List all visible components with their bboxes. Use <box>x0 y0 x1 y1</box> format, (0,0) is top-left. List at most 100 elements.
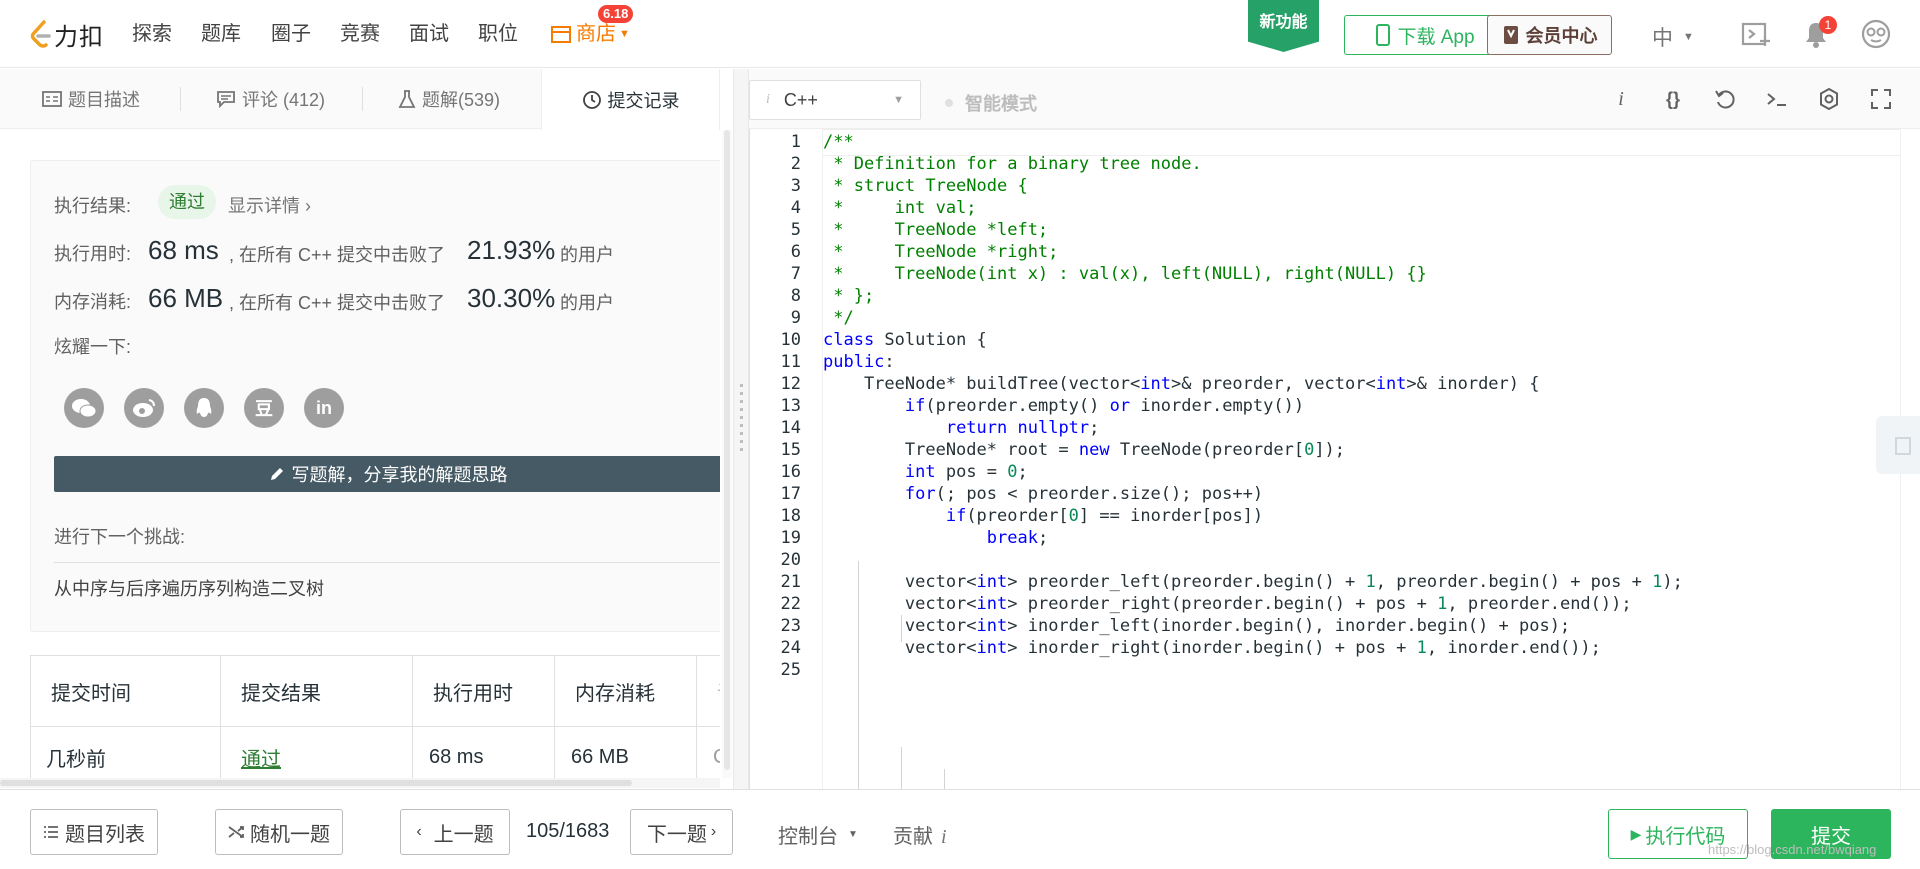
table-cell-language: C <box>697 727 720 780</box>
result-link[interactable]: 通过 <box>241 743 281 772</box>
runtime-beat-text: , 在所有 C++ 提交中击败了 <box>229 245 446 265</box>
submissions-table: 提交时间 提交结果 执行用时 内存消耗 语 几秒前 通过 68 ms 66 MB… <box>30 655 720 780</box>
tab-divider <box>180 87 181 111</box>
code-line[interactable]: 25 <box>750 657 1920 684</box>
new-feature-ribbon[interactable]: 新功能 <box>1248 0 1319 52</box>
pane-splitter[interactable] <box>733 69 749 789</box>
indent-guide <box>858 561 859 789</box>
next-problem-button[interactable]: 下一题 › <box>630 809 733 855</box>
tab-description-label: 题目描述 <box>68 90 140 110</box>
write-solution-button[interactable]: 写题解，分享我的解题思路 <box>54 456 720 492</box>
avatar[interactable] <box>1860 18 1892 50</box>
table-cell-runtime: 68 ms <box>413 727 555 780</box>
prev-problem-button[interactable]: ‹ 上一题 <box>400 809 510 855</box>
linkedin-icon[interactable]: in <box>304 388 344 428</box>
bookmark-icon <box>1503 26 1518 44</box>
indent-guide <box>944 769 945 789</box>
document-icon <box>42 91 62 107</box>
memory-label: 内存消耗: <box>54 292 132 312</box>
page-counter: 105/1683 <box>526 820 610 842</box>
nav-problems[interactable]: 题库 <box>201 22 241 46</box>
table-header: 执行用时 <box>413 656 555 726</box>
tab-comments[interactable]: 评论 (412) <box>216 69 325 129</box>
next-challenge-label: 进行下一个挑战: <box>54 527 186 547</box>
tab-divider <box>362 87 363 111</box>
runtime-percent: 21.93% <box>467 235 556 265</box>
smart-mode-label: 智能模式 <box>965 94 1037 114</box>
horizontal-scrollbar[interactable] <box>0 778 720 788</box>
member-center-button[interactable]: 会员中心 <box>1487 15 1612 55</box>
smart-mode-toggle[interactable]: 智能模式 <box>945 90 1037 116</box>
nav-circle[interactable]: 圈子 <box>271 22 311 46</box>
memory-users-suffix: 的用户 <box>560 293 614 313</box>
table-header: 提交时间 <box>31 656 221 726</box>
notification-badge: 1 <box>1819 16 1837 34</box>
show-details-link[interactable]: 显示详情 › <box>228 192 311 218</box>
tab-submissions[interactable]: 提交记录 <box>541 69 720 130</box>
list-icon <box>44 826 58 838</box>
nav-contest[interactable]: 竞赛 <box>340 22 380 46</box>
code-editor[interactable]: 1/** 2 * Definition for a binary tree nod… <box>749 129 1920 789</box>
qq-icon[interactable] <box>184 388 224 428</box>
problem-list-button[interactable]: 题目列表 <box>30 809 158 855</box>
phone-icon <box>1376 24 1391 46</box>
contribute-label: 贡献 <box>893 826 933 848</box>
scrollbar-thumb[interactable] <box>724 130 730 770</box>
bottom-bar: 题目列表 随机一题 ‹ 上一题 105/1683 下一题 › 控制台 ▼ 贡献 i… <box>0 789 1920 869</box>
chevron-down-icon: ▼ <box>893 94 904 106</box>
tab-solutions[interactable]: 题解(539) <box>398 69 500 129</box>
douban-icon[interactable]: 豆 <box>244 388 284 428</box>
table-header: 语 <box>697 656 720 726</box>
indent-guide <box>901 747 902 789</box>
nav-jobs[interactable]: 职位 <box>478 22 518 46</box>
wechat-icon[interactable] <box>64 388 104 428</box>
tab-description[interactable]: 题目描述 <box>42 69 140 129</box>
leetcode-logo[interactable]: 力扣 <box>30 18 104 51</box>
tab-comments-label: 评论 (412) <box>242 90 326 110</box>
playground-icon[interactable] <box>1740 18 1772 50</box>
editor-toolbar: i C++ ▼ 智能模式 i {} <box>749 69 1920 129</box>
toggle-dot <box>945 99 953 107</box>
vertical-scrollbar[interactable] <box>722 130 732 778</box>
fullscreen-icon[interactable] <box>1869 87 1893 111</box>
chevron-left-icon: ‹ <box>416 823 422 840</box>
nav-explore[interactable]: 探索 <box>132 22 172 46</box>
problem-tabs: 题目描述 评论 (412) 题解(539) 提交记录 <box>0 69 720 130</box>
download-app-button[interactable]: 下载 App <box>1344 15 1506 55</box>
settings-icon[interactable] <box>1817 87 1841 111</box>
shuffle-icon <box>228 826 244 838</box>
console-toggle[interactable]: 控制台 ▼ <box>778 820 858 849</box>
braces-icon[interactable]: {} <box>1661 87 1685 111</box>
scrollbar-thumb[interactable] <box>0 780 632 786</box>
nav-store[interactable]: 商店 ▼ <box>550 22 630 46</box>
chevron-down-icon: ▼ <box>619 28 630 40</box>
show-details-label: 显示详情 <box>228 196 300 216</box>
random-problem-button[interactable]: 随机一题 <box>215 809 343 855</box>
drag-handle-icon[interactable] <box>740 384 743 454</box>
chevron-down-icon: ▼ <box>1683 31 1694 43</box>
language-select-value: C++ <box>783 89 818 110</box>
nav-interview[interactable]: 面试 <box>409 22 449 46</box>
terminal-icon[interactable] <box>1765 87 1789 111</box>
contribute-button[interactable]: 贡献 i <box>893 820 947 849</box>
runtime-value: 68 ms <box>148 235 219 265</box>
table-cell-result[interactable]: 通过 <box>221 727 413 780</box>
next-problem-link[interactable]: 从中序与后序遍历序列构造二叉树 <box>54 575 324 601</box>
weibo-icon[interactable] <box>124 388 164 428</box>
random-problem-label: 随机一题 <box>250 823 330 846</box>
language-select[interactable]: i C++ ▼ <box>749 80 921 120</box>
top-navigation: 力扣 探索 题库 圈子 竞赛 面试 职位 商店 ▼ 6.18 新功能 下载 Ap… <box>0 0 1920 68</box>
memory-value: 66 MB <box>148 283 224 313</box>
tab-solutions-label: 题解(539) <box>422 90 501 110</box>
table-cell-memory: 66 MB <box>555 727 697 780</box>
side-panel-toggle[interactable] <box>1876 416 1920 474</box>
memory-percent: 30.30% <box>467 283 556 313</box>
share-label: 炫耀一下: <box>54 337 132 357</box>
submission-panel: 执行结果: 通过 显示详情 › 执行用时: 68 ms , 在所有 C++ 提交… <box>0 130 720 780</box>
info-icon: i <box>941 826 947 848</box>
info-icon[interactable]: i <box>1609 87 1633 111</box>
problem-list-label: 题目列表 <box>65 823 145 846</box>
runtime-users-suffix: 的用户 <box>560 245 614 265</box>
reset-icon[interactable] <box>1713 87 1737 111</box>
language-selector[interactable]: 中 ▼ <box>1652 22 1694 52</box>
